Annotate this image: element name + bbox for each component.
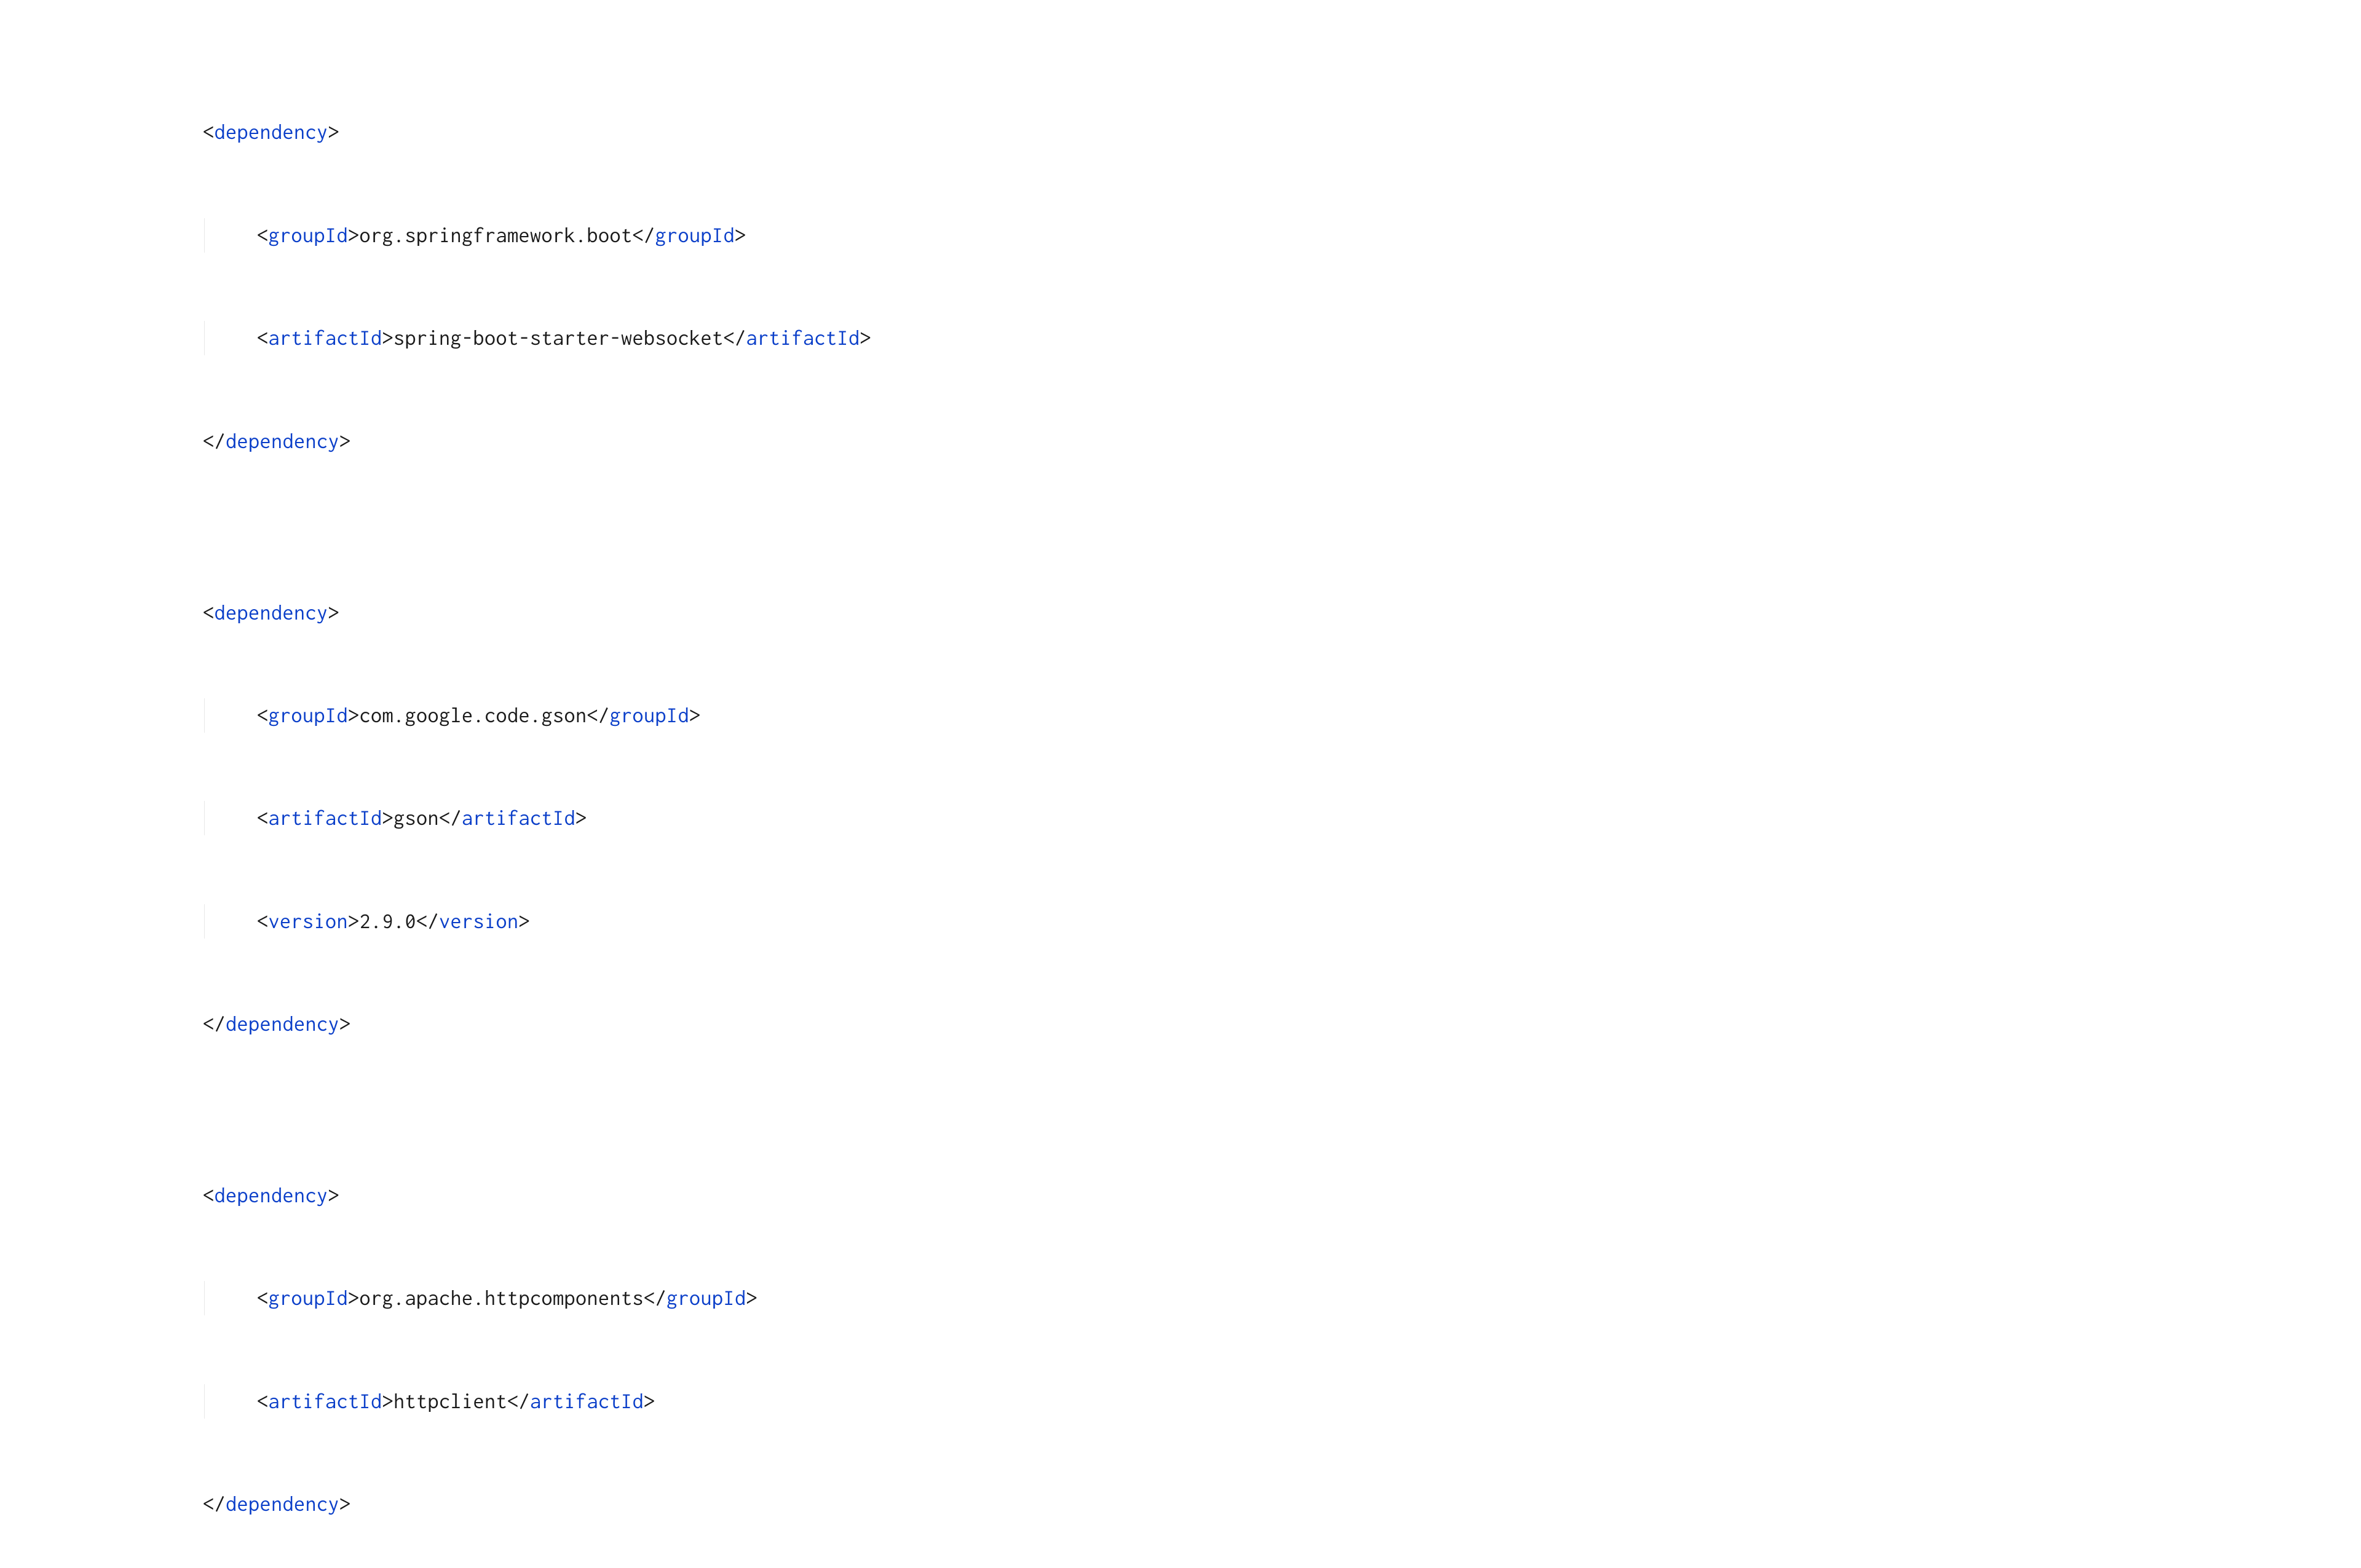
- xml-bracket: >: [339, 429, 351, 452]
- xml-bracket: >: [328, 601, 340, 624]
- xml-tag: dependency: [226, 1012, 339, 1035]
- xml-bracket: <: [257, 223, 269, 246]
- xml-bracket: >: [348, 909, 360, 932]
- xml-tag: dependency: [215, 1183, 328, 1207]
- xml-tag: groupId: [269, 1286, 349, 1309]
- xml-tag: artifactId: [746, 326, 860, 349]
- xml-text: httpclient: [394, 1389, 507, 1412]
- xml-bracket: >: [644, 1389, 655, 1412]
- xml-tag: version: [439, 909, 519, 932]
- xml-text: 2.9.0: [360, 909, 417, 932]
- xml-text: com.google.code.gson: [360, 703, 587, 727]
- xml-tag: dependency: [226, 1492, 339, 1515]
- xml-bracket: >: [328, 120, 340, 143]
- xml-tag: dependency: [226, 429, 339, 452]
- xml-bracket: <: [257, 703, 269, 727]
- xml-bracket: </: [203, 429, 226, 452]
- xml-bracket: <: [257, 1286, 269, 1309]
- xml-bracket: >: [746, 1286, 758, 1309]
- xml-bracket: </: [724, 326, 746, 349]
- xml-tag: groupId: [666, 1286, 746, 1309]
- xml-bracket: <: [257, 326, 269, 349]
- code-line: <artifactId>httpclient</artifactId>: [203, 1384, 2361, 1419]
- xml-bracket: >: [519, 909, 531, 932]
- code-line: <dependency>: [203, 115, 2361, 149]
- xml-tag: dependency: [215, 120, 328, 143]
- xml-text: org.springframework.boot: [360, 223, 633, 246]
- xml-code-block: <dependency> <groupId>org.springframewor…: [203, 12, 2361, 1556]
- xml-bracket: >: [328, 1183, 340, 1207]
- xml-bracket: </: [203, 1492, 226, 1515]
- code-line: <dependency>: [203, 596, 2361, 630]
- code-line: <groupId>com.google.code.gson</groupId>: [203, 698, 2361, 733]
- xml-tag: groupId: [269, 703, 349, 727]
- xml-bracket: </: [633, 223, 655, 246]
- xml-bracket: >: [735, 223, 746, 246]
- xml-bracket: >: [348, 223, 360, 246]
- code-line: </dependency>: [203, 1007, 2361, 1041]
- xml-bracket: >: [348, 703, 360, 727]
- xml-bracket: >: [860, 326, 872, 349]
- xml-bracket: >: [575, 806, 587, 829]
- xml-bracket: >: [382, 806, 394, 829]
- xml-bracket: </: [507, 1389, 530, 1412]
- xml-tag: artifactId: [269, 806, 382, 829]
- code-line: <dependency>: [203, 1178, 2361, 1213]
- xml-tag: artifactId: [269, 1389, 382, 1412]
- xml-bracket: <: [257, 909, 269, 932]
- code-line: <version>2.9.0</version>: [203, 904, 2361, 939]
- xml-bracket: </: [644, 1286, 666, 1309]
- xml-bracket: >: [689, 703, 701, 727]
- xml-tag: version: [269, 909, 349, 932]
- xml-text: gson: [394, 806, 439, 829]
- xml-bracket: >: [382, 1389, 394, 1412]
- xml-tag: dependency: [215, 601, 328, 624]
- xml-bracket: >: [339, 1492, 351, 1515]
- xml-tag: groupId: [655, 223, 735, 246]
- xml-bracket: >: [382, 326, 394, 349]
- xml-text: spring-boot-starter-websocket: [394, 326, 724, 349]
- xml-bracket: <: [203, 601, 215, 624]
- code-line: <groupId>org.springframework.boot</group…: [203, 218, 2361, 253]
- xml-tag: groupId: [610, 703, 690, 727]
- code-line: <groupId>org.apache.httpcomponents</grou…: [203, 1281, 2361, 1315]
- code-line: <artifactId>gson</artifactId>: [203, 801, 2361, 835]
- xml-bracket: </: [416, 909, 439, 932]
- xml-tag: artifactId: [462, 806, 575, 829]
- xml-bracket: </: [587, 703, 610, 727]
- xml-tag: artifactId: [269, 326, 382, 349]
- xml-bracket: <: [203, 120, 215, 143]
- code-line: </dependency>: [203, 1487, 2361, 1521]
- xml-bracket: <: [257, 806, 269, 829]
- xml-bracket: </: [203, 1012, 226, 1035]
- xml-bracket: <: [257, 1389, 269, 1412]
- xml-bracket: >: [339, 1012, 351, 1035]
- xml-tag: groupId: [269, 223, 349, 246]
- xml-tag: artifactId: [530, 1389, 644, 1412]
- xml-bracket: >: [348, 1286, 360, 1309]
- code-line: <artifactId>spring-boot-starter-websocke…: [203, 321, 2361, 355]
- xml-bracket: <: [203, 1183, 215, 1207]
- xml-text: org.apache.httpcomponents: [360, 1286, 644, 1309]
- code-line: </dependency>: [203, 424, 2361, 459]
- xml-bracket: </: [439, 806, 462, 829]
